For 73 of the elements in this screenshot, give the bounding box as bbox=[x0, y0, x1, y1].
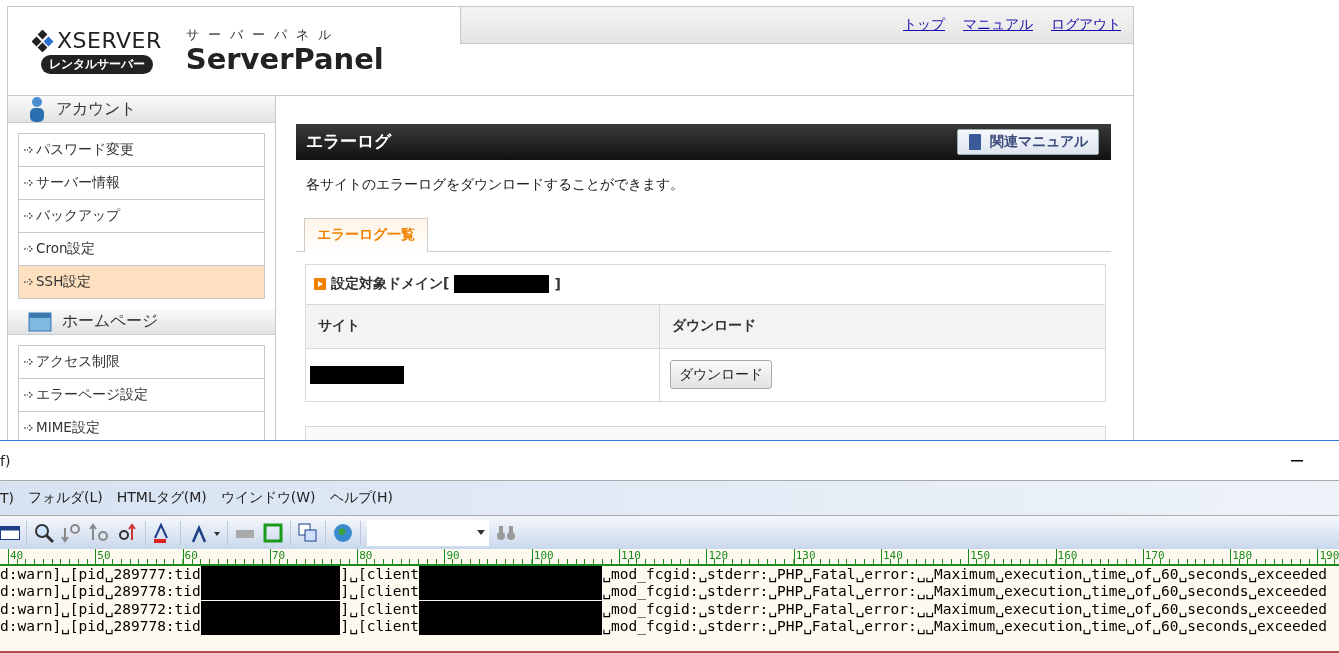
product-name: ServerPanel bbox=[185, 44, 384, 76]
ruler-label: 140 bbox=[882, 549, 903, 562]
domain-label: 設定対象ドメイン[ bbox=[331, 275, 450, 294]
arrow-icon bbox=[24, 145, 34, 155]
arrow-icon bbox=[24, 390, 34, 400]
log-text: ␣mod_fcgid:␣stderr:␣PHP␣Fatal␣error:␣␣Maximum␣execution␣time␣of␣60␣seconds␣exceeded bbox=[602, 617, 1327, 636]
column-header: サイト bbox=[306, 304, 659, 349]
log-text: ]␣[client bbox=[340, 566, 420, 584]
diamond-logo-icon bbox=[32, 29, 54, 52]
ruler-label: 180 bbox=[1232, 549, 1253, 562]
nav-link[interactable]: マニュアル bbox=[963, 16, 1033, 34]
square-icon[interactable] bbox=[262, 521, 284, 544]
arrow-icon bbox=[24, 211, 34, 221]
log-text: ]␣[client bbox=[340, 617, 420, 636]
log-text: d:warn]␣[pid␣289777:tid bbox=[0, 566, 201, 584]
dropdown-field[interactable] bbox=[367, 519, 489, 546]
download-button[interactable]: ダウンロード bbox=[670, 360, 772, 390]
ruler-label: 100 bbox=[533, 549, 554, 562]
log-text: ␣mod_fcgid:␣stderr:␣PHP␣Fatal␣error:␣␣Maximum␣execution␣time␣of␣60␣seconds␣exceeded bbox=[602, 583, 1327, 601]
arrow-icon bbox=[24, 244, 34, 254]
product-kana: サーバーパネル bbox=[185, 26, 341, 45]
ruler-label: 80 bbox=[359, 549, 373, 562]
window-icon bbox=[28, 310, 52, 333]
ruler-label: 70 bbox=[271, 549, 286, 562]
menu-item[interactable]: ウインドウ(W) bbox=[220, 489, 316, 507]
brand-badge: レンタルサーバー bbox=[40, 55, 153, 74]
person-icon bbox=[28, 96, 46, 122]
log-text: d:warn]␣[pid␣289778:tid bbox=[0, 617, 201, 636]
caret-icon bbox=[477, 529, 485, 536]
brand-logo-text: XSERVER bbox=[57, 28, 162, 53]
ruler-label: 190 bbox=[1319, 549, 1339, 562]
page-title: エラーログ bbox=[306, 130, 391, 154]
ruler-label: 150 bbox=[970, 549, 991, 562]
arrow-icon bbox=[24, 178, 34, 188]
menu-item[interactable]: HTMLタグ(M) bbox=[116, 489, 207, 507]
globe-icon[interactable] bbox=[332, 521, 354, 544]
sidebar-item[interactable]: SSH設定 bbox=[19, 266, 264, 299]
play-icon bbox=[314, 278, 326, 291]
book-icon bbox=[968, 132, 982, 151]
menu-item[interactable]: T) bbox=[0, 490, 14, 506]
ruler-label: 170 bbox=[1144, 549, 1165, 562]
ruler-label: 90 bbox=[446, 549, 460, 562]
log-text: d:warn]␣[pid␣289772:tid bbox=[0, 600, 201, 618]
manual-button[interactable]: 関連マニュアル bbox=[957, 128, 1099, 155]
nav-link[interactable]: ログアウト bbox=[1051, 16, 1121, 34]
column-header: ダウンロード bbox=[659, 304, 1105, 349]
bracket-text: ] bbox=[554, 276, 561, 293]
window-title: f) bbox=[0, 452, 11, 469]
ruler-label: 120 bbox=[708, 549, 729, 562]
sidebar-section-title: アカウント bbox=[56, 98, 136, 120]
window-icon[interactable] bbox=[0, 524, 20, 541]
ruler-label: 110 bbox=[621, 549, 641, 562]
arrow-icon bbox=[24, 277, 34, 287]
menu-item[interactable]: ヘルプ(H) bbox=[329, 489, 393, 507]
description-text: 各サイトのエラーログをダウンロードすることができます。 bbox=[306, 175, 685, 194]
ruler-label: 40 bbox=[10, 549, 24, 562]
log-text: d:warn]␣[pid␣289778:tid bbox=[0, 583, 201, 601]
ruler-label: 130 bbox=[795, 549, 816, 562]
log-text: ]␣[client bbox=[340, 583, 420, 601]
arrow-icon bbox=[24, 357, 34, 367]
text-area[interactable] bbox=[0, 549, 1339, 653]
windows-icon[interactable] bbox=[297, 521, 319, 544]
nav-link[interactable]: トップ bbox=[903, 16, 945, 34]
arrow-icon bbox=[24, 423, 34, 433]
menu-item[interactable]: フォルダ(L) bbox=[28, 489, 103, 507]
log-text: ␣mod_fcgid:␣stderr:␣PHP␣Fatal␣error:␣␣Maximum␣execution␣time␣of␣60␣seconds␣exceeded bbox=[602, 566, 1327, 584]
log-text: ␣mod_fcgid:␣stderr:␣PHP␣Fatal␣error:␣␣Maximum␣execution␣time␣of␣60␣seconds␣exceeded bbox=[602, 600, 1327, 618]
search-icon[interactable] bbox=[33, 521, 55, 544]
ruler-label: 160 bbox=[1057, 549, 1078, 562]
ruler-label: 50 bbox=[97, 549, 111, 562]
sidebar-section-title: ホームページ bbox=[62, 311, 158, 332]
ruler-label: 60 bbox=[184, 549, 198, 562]
log-text: ]␣[client bbox=[340, 600, 420, 618]
